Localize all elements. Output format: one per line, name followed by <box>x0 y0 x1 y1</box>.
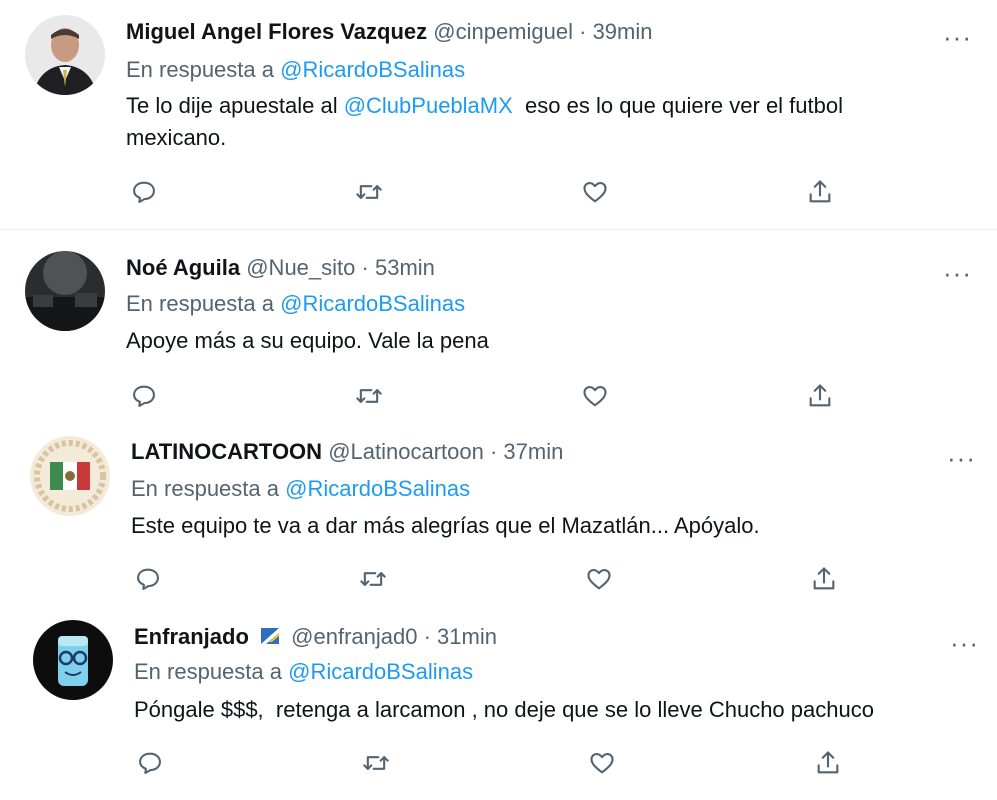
tweet-header: LATINOCARTOON @Latinocartoon · 37min <box>131 438 563 466</box>
reply-context: En respuesta a @RicardoBSalinas <box>126 56 465 84</box>
reply-icon[interactable] <box>136 749 164 777</box>
reply-to-mention[interactable]: @RicardoBSalinas <box>285 476 470 501</box>
user-handle[interactable]: @cinpemiguel <box>433 19 573 44</box>
tweet-actions <box>0 749 997 779</box>
reply-icon[interactable] <box>134 565 162 593</box>
more-options-icon[interactable]: ··· <box>943 24 972 50</box>
tweet-text-part: Te lo dije apuestale al <box>126 93 344 118</box>
reply-prefix: En respuesta a <box>126 57 274 82</box>
more-options-icon[interactable]: ··· <box>947 445 976 471</box>
like-icon[interactable] <box>581 178 609 206</box>
flag-emoji-icon <box>259 625 281 654</box>
tweet-header: Miguel Angel Flores Vazquez @cinpemiguel… <box>126 18 652 46</box>
avatar[interactable] <box>30 436 110 516</box>
tweet[interactable]: LATINOCARTOON @Latinocartoon · 37min ···… <box>0 420 997 606</box>
like-icon[interactable] <box>588 749 616 777</box>
retweet-icon[interactable] <box>362 749 390 777</box>
more-options-icon[interactable]: ··· <box>950 630 979 656</box>
user-handle[interactable]: @Latinocartoon <box>328 439 484 464</box>
timestamp[interactable]: 37min <box>503 439 563 464</box>
separator: · <box>423 624 431 649</box>
separator: · <box>361 255 369 280</box>
tweet-actions <box>0 565 997 595</box>
share-icon[interactable] <box>814 749 842 777</box>
display-name[interactable]: Miguel Angel Flores Vazquez <box>126 19 427 44</box>
mention-link[interactable]: @ClubPueblaMX <box>344 93 513 118</box>
more-options-icon[interactable]: ··· <box>943 260 972 286</box>
tweet[interactable]: Noé Aguila @Nue_sito · 53min ··· En resp… <box>0 230 997 420</box>
avatar[interactable] <box>25 251 105 331</box>
retweet-icon[interactable] <box>355 382 383 410</box>
reply-to-mention[interactable]: @RicardoBSalinas <box>280 291 465 316</box>
share-icon[interactable] <box>806 382 834 410</box>
reply-prefix: En respuesta a <box>126 291 274 316</box>
separator: · <box>579 19 587 44</box>
tweet-text-part: Apoye más a su equipo. Vale la pena <box>126 328 489 353</box>
retweet-icon[interactable] <box>359 565 387 593</box>
share-icon[interactable] <box>806 178 834 206</box>
separator: · <box>489 439 498 464</box>
tweet-text: Apoye más a su equipo. Vale la pena <box>126 325 489 357</box>
reply-icon[interactable] <box>130 382 158 410</box>
display-name[interactable]: Noé Aguila <box>126 255 240 280</box>
user-handle[interactable]: @Nue_sito <box>246 255 355 280</box>
tweet-header: Enfranjado @enfranjad0 · 31min <box>134 623 497 654</box>
display-name[interactable]: LATINOCARTOON <box>131 439 322 464</box>
reply-to-mention[interactable]: @RicardoBSalinas <box>280 57 465 82</box>
tweet-text-part: Este equipo te va a dar más alegrías que… <box>131 513 760 538</box>
timestamp[interactable]: 39min <box>593 19 653 44</box>
retweet-icon[interactable] <box>355 178 383 206</box>
avatar[interactable] <box>25 15 105 95</box>
tweet-actions <box>0 382 997 412</box>
reply-prefix: En respuesta a <box>134 659 282 684</box>
tweet-text-part: Póngale $$$, retenga a larcamon , no dej… <box>134 697 874 722</box>
tweet-header: Noé Aguila @Nue_sito · 53min <box>126 254 435 282</box>
reply-context: En respuesta a @RicardoBSalinas <box>126 290 465 318</box>
timestamp[interactable]: 31min <box>437 624 497 649</box>
tweet-text: Este equipo te va a dar más alegrías que… <box>131 510 760 542</box>
tweet[interactable]: Miguel Angel Flores Vazquez @cinpemiguel… <box>0 0 997 228</box>
display-name[interactable]: Enfranjado <box>134 624 249 649</box>
reply-icon[interactable] <box>130 178 158 206</box>
tweet-text: Te lo dije apuestale al @ClubPueblaMX es… <box>126 90 843 154</box>
like-icon[interactable] <box>585 565 613 593</box>
tweet-text-part: eso es lo que quiere ver el futbol <box>512 93 844 118</box>
user-handle[interactable]: @enfranjad0 <box>291 624 417 649</box>
tweet-text: Póngale $$$, retenga a larcamon , no dej… <box>134 694 874 726</box>
reply-to-mention[interactable]: @RicardoBSalinas <box>288 659 473 684</box>
timestamp[interactable]: 53min <box>375 255 435 280</box>
avatar[interactable] <box>33 620 113 700</box>
share-icon[interactable] <box>810 565 838 593</box>
tweet-text-part: mexicano. <box>126 125 227 150</box>
reply-context: En respuesta a @RicardoBSalinas <box>131 475 470 503</box>
like-icon[interactable] <box>581 382 609 410</box>
tweet-actions <box>0 178 997 208</box>
reply-context: En respuesta a @RicardoBSalinas <box>134 658 473 686</box>
tweet[interactable]: Enfranjado @enfranjad0 · 31min ··· En re… <box>0 606 997 800</box>
reply-prefix: En respuesta a <box>131 476 279 501</box>
